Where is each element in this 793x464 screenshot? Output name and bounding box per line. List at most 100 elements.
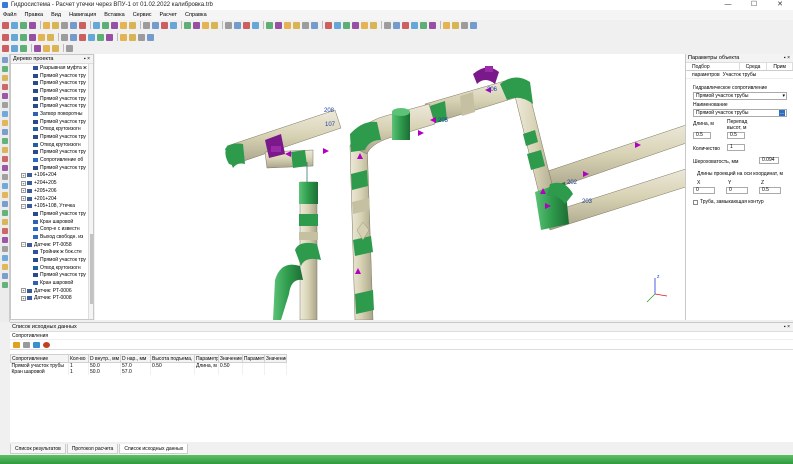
- toolbar-icon[interactable]: [47, 33, 54, 41]
- tree-item[interactable]: Сопротивление об: [11, 156, 93, 164]
- column-header[interactable]: Параметр 2: [241, 354, 265, 363]
- toolbar-icon[interactable]: [120, 21, 127, 29]
- expand-icon[interactable]: +: [21, 288, 26, 294]
- pipe-left-loop[interactable]: [225, 109, 342, 169]
- tool-icon[interactable]: [2, 120, 8, 126]
- toolbar-icon[interactable]: [38, 33, 45, 41]
- toolbar-icon[interactable]: [302, 21, 309, 29]
- tree-item[interactable]: − +105+108, Утечка: [11, 202, 93, 210]
- folder-icon[interactable]: [13, 341, 20, 348]
- tool-icon[interactable]: [2, 66, 8, 72]
- column-header[interactable]: Кол-во: [68, 354, 89, 363]
- tool-icon[interactable]: [2, 255, 8, 261]
- toolbar-icon[interactable]: [66, 44, 73, 52]
- minimize-button[interactable]: —: [715, 0, 741, 10]
- tree-item[interactable]: Выход свободн. из: [11, 233, 93, 241]
- tool-icon[interactable]: [2, 201, 8, 207]
- toolbar-icon[interactable]: [52, 21, 59, 29]
- tree-item[interactable]: Отвод крутоизогн: [11, 264, 93, 272]
- tree-item[interactable]: Прямой участок тру: [11, 133, 93, 141]
- tree-item[interactable]: Прямой участок тру: [11, 272, 93, 280]
- 3d-viewport[interactable]: 208 107 205 202 203 206 z: [95, 54, 685, 320]
- toolbar-icon[interactable]: [93, 21, 100, 29]
- tool-icon[interactable]: [2, 75, 8, 81]
- toolbar-icon[interactable]: [402, 21, 409, 29]
- tool-icon[interactable]: [2, 129, 8, 135]
- length-input[interactable]: 0.5: [693, 132, 711, 139]
- tool-icon[interactable]: [2, 273, 8, 279]
- tree-item[interactable]: − Датчик: PT-0058: [11, 241, 93, 249]
- toolbar-icon[interactable]: [461, 21, 468, 29]
- toolbar-icon[interactable]: [2, 44, 9, 52]
- hydraulic-select[interactable]: Прямой участок трубы ▾: [693, 92, 787, 100]
- toolbar-icon[interactable]: [252, 21, 259, 29]
- tank-cylinder[interactable]: [392, 108, 410, 140]
- toolbar-icon[interactable]: [70, 33, 77, 41]
- toolbar-icon[interactable]: [129, 21, 136, 29]
- toolbar-icon[interactable]: [343, 21, 350, 29]
- toolbar-icon[interactable]: [393, 21, 400, 29]
- menu-item-6[interactable]: Расчет: [160, 12, 178, 18]
- toolbar-icon[interactable]: [79, 21, 86, 29]
- toolbar-icon[interactable]: [243, 21, 250, 29]
- column-header[interactable]: Высота подъема, м: [150, 354, 195, 363]
- y-input[interactable]: 0: [726, 187, 748, 194]
- tree-item[interactable]: Прямой участок тру: [11, 164, 93, 172]
- menu-item-1[interactable]: Правка: [25, 12, 44, 18]
- menu-item-5[interactable]: Сервис: [133, 12, 152, 18]
- name-field[interactable]: Прямой участок трубы…: [693, 109, 787, 117]
- column-header[interactable]: D внутр., мм: [88, 354, 121, 363]
- toolbar-icon[interactable]: [106, 33, 113, 41]
- tree-item[interactable]: + Датчик: PT-0006: [11, 287, 93, 295]
- toolbar-icon[interactable]: [275, 21, 282, 29]
- column-header[interactable]: D нар., мм: [120, 354, 151, 363]
- tool-icon[interactable]: [2, 210, 8, 216]
- menu-item-7[interactable]: Справка: [185, 12, 207, 18]
- column-header[interactable]: Значение 2: [263, 354, 287, 363]
- toolbar-icon[interactable]: [29, 21, 36, 29]
- toolbar-icon[interactable]: [429, 21, 436, 29]
- toolbar-icon[interactable]: [161, 21, 168, 29]
- toolbar-icon[interactable]: [147, 33, 154, 41]
- tool-icon[interactable]: [2, 111, 8, 117]
- tree-item[interactable]: + +106+204: [11, 172, 93, 180]
- toolbar-icon[interactable]: [11, 33, 18, 41]
- tool-icon[interactable]: [2, 192, 8, 198]
- tool-icon[interactable]: [2, 147, 8, 153]
- toolbar-icon[interactable]: [52, 44, 59, 52]
- tree-item[interactable]: Прямой участок тру: [11, 210, 93, 218]
- tool-icon[interactable]: [2, 183, 8, 189]
- toolbar-icon[interactable]: [129, 33, 136, 41]
- tree-item[interactable]: Прямой участок тру: [11, 149, 93, 157]
- toolbar-icon[interactable]: [411, 21, 418, 29]
- tree-item[interactable]: Разрывная муфта ж: [11, 64, 93, 72]
- toolbar-icon[interactable]: [11, 44, 18, 52]
- toolbar-icon[interactable]: [352, 21, 359, 29]
- tab-results-list[interactable]: Список результатов: [10, 444, 66, 454]
- expand-icon[interactable]: +: [21, 172, 26, 178]
- toolbar-icon[interactable]: [152, 21, 159, 29]
- info-icon[interactable]: …: [779, 110, 785, 116]
- toolbar-icon[interactable]: [293, 21, 300, 29]
- tree-item[interactable]: Затвор поворотны: [11, 110, 93, 118]
- toolbar-icon[interactable]: [70, 21, 77, 29]
- toolbar-icon[interactable]: [88, 33, 95, 41]
- tree-scroll-thumb[interactable]: [90, 234, 93, 304]
- qty-input[interactable]: 1: [727, 144, 745, 151]
- toolbar-icon[interactable]: [2, 21, 9, 29]
- toolbar-icon[interactable]: [170, 21, 177, 29]
- tree-item[interactable]: Кран шаровой: [11, 279, 93, 287]
- tree-item[interactable]: Прямой участок тру: [11, 256, 93, 264]
- tool-icon[interactable]: [2, 84, 8, 90]
- toolbar-icon[interactable]: [452, 21, 459, 29]
- toolbar-icon[interactable]: [61, 33, 68, 41]
- close-button[interactable]: ✕: [767, 0, 793, 10]
- tool-icon[interactable]: [2, 102, 8, 108]
- tab-note[interactable]: Прим: [767, 63, 793, 70]
- rough-input[interactable]: 0.094: [759, 157, 779, 164]
- tree-item[interactable]: Кран шаровой: [11, 218, 93, 226]
- toolbar-icon[interactable]: [20, 33, 27, 41]
- tool-icon[interactable]: [2, 156, 8, 162]
- tree-item[interactable]: Сопр-е с известн: [11, 225, 93, 233]
- menu-item-4[interactable]: Вставка: [104, 12, 124, 18]
